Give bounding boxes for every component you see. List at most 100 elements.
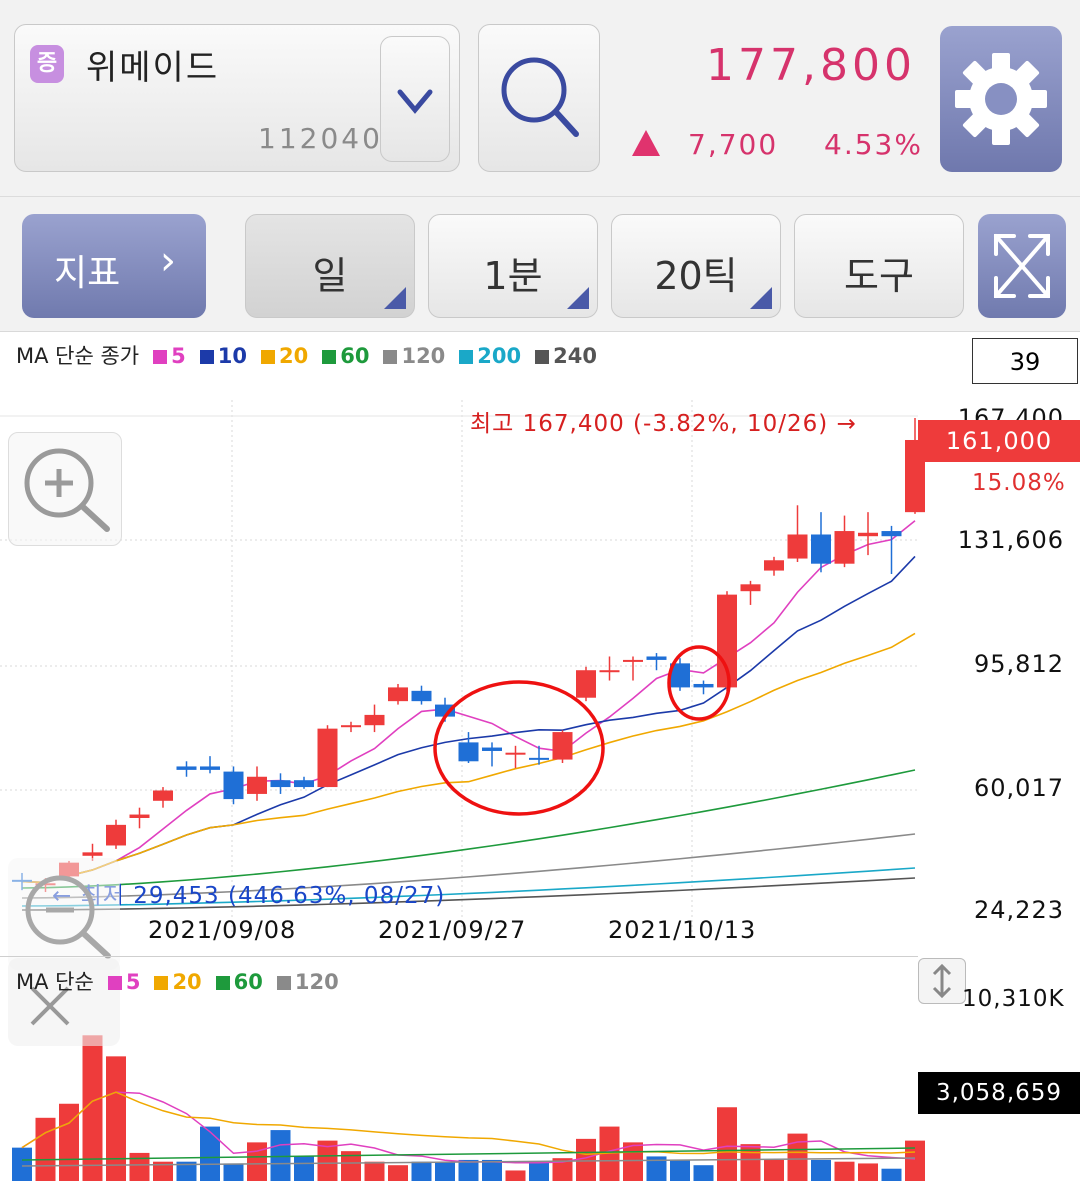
period-button[interactable]: 일 [245, 214, 415, 318]
legend-label: 10 [217, 344, 247, 368]
stock-dropdown-button[interactable] [380, 36, 450, 162]
volume-bar [247, 1142, 267, 1181]
candle [529, 757, 549, 760]
indicator-label: 지표 [54, 253, 121, 294]
legend-label: 240 [553, 344, 597, 368]
expand-button[interactable] [978, 214, 1066, 318]
volume-bar [223, 1163, 244, 1181]
volume-legend: MA 단순 5 20 60 120 [16, 966, 339, 996]
legend-swatch [107, 976, 122, 990]
legend-swatch [535, 350, 550, 364]
volume-bar [905, 1140, 925, 1181]
volume-bar [693, 1165, 714, 1181]
candle [388, 687, 408, 702]
volume-bar [12, 1147, 32, 1181]
search-button[interactable] [478, 24, 600, 172]
candle [458, 742, 479, 762]
legend-swatch [215, 976, 230, 990]
resize-button[interactable] [918, 958, 966, 1004]
volume-bar [106, 1056, 126, 1181]
candle [858, 532, 878, 537]
candle [787, 534, 808, 559]
chevron-right-icon: › [160, 238, 176, 284]
search-icon [501, 57, 579, 137]
volume-current-tag: 3,058,659 [918, 1072, 1080, 1114]
legend-label: 20 [172, 970, 202, 994]
volume-bar [623, 1142, 643, 1181]
candle [129, 814, 150, 818]
zoom-out-button[interactable] [8, 858, 120, 970]
volume-bar [388, 1165, 408, 1181]
tools-label: 도구 [844, 254, 914, 298]
tools-button[interactable]: 도구 [794, 214, 964, 318]
legend-swatch [383, 350, 398, 364]
stock-name: 위메이드 [86, 48, 220, 88]
tick-button[interactable]: 20틱 [611, 214, 781, 318]
legend-swatch [199, 350, 214, 364]
candle [576, 670, 596, 698]
legend-swatch [459, 350, 474, 364]
y-axis-label: 60,017 [974, 774, 1064, 802]
x-axis-label: 2021/09/08 [148, 916, 297, 944]
visible-count[interactable]: 39 [972, 338, 1078, 384]
legend-swatch [154, 976, 169, 990]
candle [505, 752, 526, 755]
volume-bar [811, 1159, 831, 1181]
y-axis-label: 24,223 [974, 896, 1064, 924]
price-change-pct: 4.53% [824, 128, 923, 161]
volume-bar [482, 1159, 502, 1181]
candle [693, 683, 714, 688]
legend-swatch [322, 350, 337, 364]
ma5-line [21, 520, 916, 884]
ma10-line [21, 555, 916, 884]
legend-label: 5 [125, 970, 141, 994]
legend-label: 5 [171, 344, 186, 368]
indicator-button[interactable]: 지표 › [22, 214, 206, 318]
candle [881, 531, 902, 537]
minute-button[interactable]: 1분 [428, 214, 598, 318]
candle [223, 771, 244, 800]
volume-bar [411, 1161, 432, 1181]
candle [200, 766, 220, 770]
candle [82, 852, 103, 856]
price-chart[interactable] [0, 392, 1080, 956]
price-legend: MA 단순 종가 5 10 20 60 120 200 240 [16, 340, 597, 370]
current-price-tag: 161,000 [918, 420, 1080, 462]
candle [247, 776, 267, 794]
legend-label: 20 [278, 344, 309, 368]
volume-bar [576, 1138, 596, 1181]
candle [599, 670, 620, 673]
volume-bar [200, 1126, 220, 1181]
stock-code: 112040 [258, 122, 383, 155]
candle [646, 656, 667, 660]
current-price: 177,800 [706, 40, 916, 91]
volume-bar [764, 1159, 784, 1181]
volume-bar [834, 1161, 855, 1181]
volume-bar [35, 1117, 56, 1181]
y-axis-label: 95,812 [974, 650, 1064, 678]
candle [764, 560, 784, 571]
settings-button[interactable] [940, 26, 1062, 172]
volume-bar [505, 1170, 526, 1181]
chevron-down-icon [397, 89, 433, 114]
price-legend-prefix: MA 단순 종가 [16, 344, 140, 368]
volume-max-label: 10,310K [962, 986, 1065, 1012]
candle [834, 531, 855, 564]
volume-bar [529, 1161, 549, 1181]
zoom-in-button[interactable] [8, 432, 122, 546]
x-axis-label: 2021/10/13 [608, 916, 757, 944]
gear-icon [955, 53, 1047, 145]
candle [106, 824, 126, 846]
volume-bar [717, 1107, 737, 1181]
candle [623, 659, 643, 662]
candle [364, 714, 385, 726]
volume-bar [364, 1161, 385, 1181]
legend-swatch [153, 350, 168, 364]
zoom-in-icon [24, 448, 110, 532]
volume-bar [129, 1152, 150, 1181]
volume-bar [458, 1159, 479, 1181]
candle [552, 732, 573, 760]
legend-swatch [276, 976, 291, 990]
stock-badge: 증 [30, 45, 64, 83]
volume-bar [787, 1133, 808, 1181]
